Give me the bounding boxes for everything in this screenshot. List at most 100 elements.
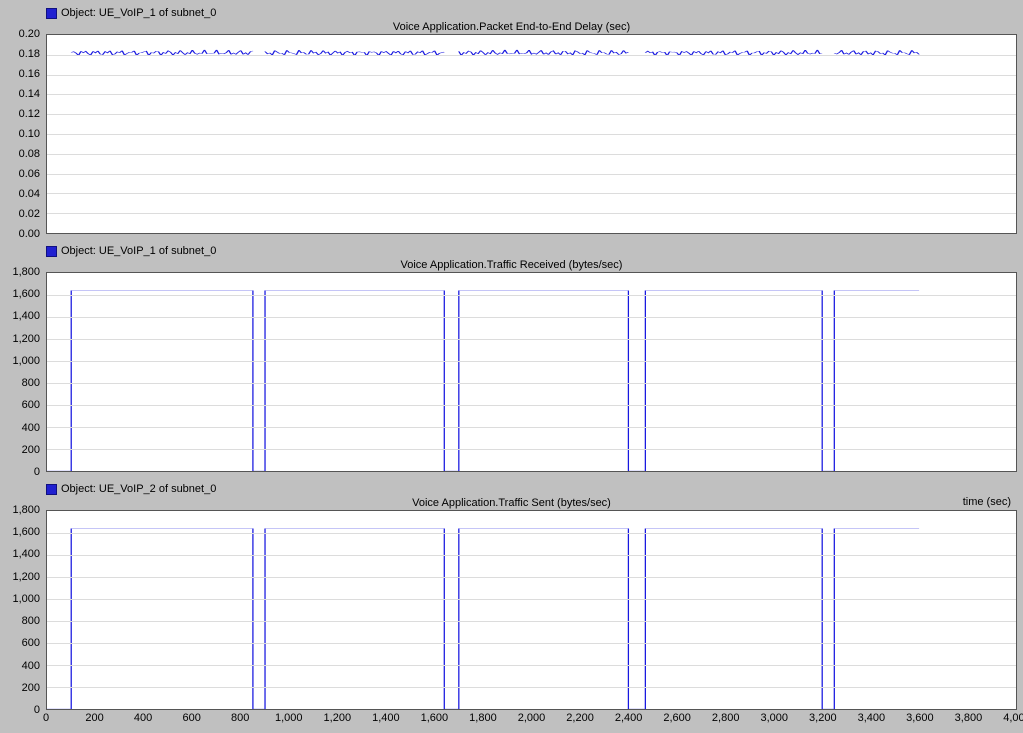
ytick: 200 — [22, 682, 40, 694]
gridline — [47, 75, 1016, 76]
xtick: 600 — [182, 712, 200, 724]
ytick: 600 — [22, 637, 40, 649]
gridline — [47, 317, 1016, 318]
ytick: 0.20 — [19, 28, 40, 40]
xtick: 3,200 — [809, 712, 837, 724]
gridline — [47, 405, 1016, 406]
series-3 — [47, 511, 1016, 709]
gridline — [47, 449, 1016, 450]
ytick: 800 — [22, 615, 40, 627]
ytick: 0.18 — [19, 48, 40, 60]
legend-1: Object: UE_VoIP_1 of subnet_0 — [46, 4, 1023, 20]
legend-1-label: Object: UE_VoIP_1 of subnet_0 — [61, 7, 216, 19]
ytick: 200 — [22, 444, 40, 456]
xtick: 2,800 — [712, 712, 740, 724]
gridline — [47, 427, 1016, 428]
xtick: 1,000 — [275, 712, 303, 724]
ytick: 0.04 — [19, 188, 40, 200]
plot-1 — [46, 34, 1017, 234]
gridline — [47, 577, 1016, 578]
xtick: 3,600 — [906, 712, 934, 724]
legend-2-label: Object: UE_VoIP_1 of subnet_0 — [61, 245, 216, 257]
plot-3 — [46, 510, 1017, 710]
ytick: 0 — [34, 704, 40, 716]
ytick: 1,000 — [12, 593, 40, 605]
gridline — [47, 193, 1016, 194]
gridline — [47, 134, 1016, 135]
xtick: 4,000 — [1003, 712, 1023, 724]
xaxis-label: time (sec) — [963, 496, 1011, 508]
panel-2: Object: UE_VoIP_1 of subnet_0 Voice Appl… — [6, 242, 1017, 472]
ytick: 1,600 — [12, 288, 40, 300]
gridline — [47, 339, 1016, 340]
legend-swatch-icon — [46, 484, 57, 495]
plot-3-title: Voice Application.Traffic Sent (bytes/se… — [6, 496, 1017, 510]
gridline — [47, 621, 1016, 622]
ytick: 800 — [22, 377, 40, 389]
gridline — [47, 154, 1016, 155]
gridline — [47, 533, 1016, 534]
plot-2 — [46, 272, 1017, 472]
plot-2-wrap: 02004006008001,0001,2001,4001,6001,800 — [6, 272, 1017, 472]
gridline — [47, 213, 1016, 214]
legend-3: Object: UE_VoIP_2 of subnet_0 — [46, 480, 1023, 496]
gridline — [47, 295, 1016, 296]
ytick: 0.12 — [19, 108, 40, 120]
xtick: 3,800 — [955, 712, 983, 724]
ytick: 1,600 — [12, 526, 40, 538]
gridline — [47, 643, 1016, 644]
ytick: 0.06 — [19, 168, 40, 180]
xtick: 1,200 — [324, 712, 352, 724]
ytick: 0.00 — [19, 228, 40, 240]
ytick: 400 — [22, 422, 40, 434]
ytick: 1,200 — [12, 333, 40, 345]
xtick: 2,200 — [566, 712, 594, 724]
xtick: 1,600 — [421, 712, 449, 724]
ytick: 600 — [22, 399, 40, 411]
ytick: 1,200 — [12, 571, 40, 583]
xtick: 2,000 — [518, 712, 546, 724]
gridline — [47, 665, 1016, 666]
ytick: 1,000 — [12, 355, 40, 367]
xtick: 800 — [231, 712, 249, 724]
plot-1-title: Voice Application.Packet End-to-End Dela… — [6, 20, 1017, 34]
ytick: 0.02 — [19, 208, 40, 220]
xtick: 2,400 — [615, 712, 643, 724]
xtick: 2,600 — [663, 712, 691, 724]
panel-3: Object: UE_VoIP_2 of subnet_0 Voice Appl… — [6, 480, 1017, 726]
gridline — [47, 555, 1016, 556]
ytick: 0.08 — [19, 148, 40, 160]
yaxis-2: 02004006008001,0001,2001,4001,6001,800 — [6, 272, 46, 472]
ytick: 400 — [22, 660, 40, 672]
xtick: 1,800 — [469, 712, 497, 724]
legend-3-label: Object: UE_VoIP_2 of subnet_0 — [61, 483, 216, 495]
ytick: 0 — [34, 466, 40, 478]
ytick: 0.14 — [19, 88, 40, 100]
panel-1: Object: UE_VoIP_1 of subnet_0 Voice Appl… — [6, 4, 1017, 234]
gridline — [47, 174, 1016, 175]
xtick: 1,400 — [372, 712, 400, 724]
xtick: 200 — [85, 712, 103, 724]
gridline — [47, 94, 1016, 95]
ytick: 1,400 — [12, 548, 40, 560]
xaxis: 02004006008001,0001,2001,4001,6001,8002,… — [46, 710, 1017, 726]
plot-2-title: Voice Application.Traffic Received (byte… — [6, 258, 1017, 272]
ytick: 0.10 — [19, 128, 40, 140]
gridline — [47, 114, 1016, 115]
xtick: 0 — [43, 712, 49, 724]
legend-2: Object: UE_VoIP_1 of subnet_0 — [46, 242, 1023, 258]
series-2 — [47, 273, 1016, 471]
gridline — [47, 361, 1016, 362]
yaxis-1: 0.000.020.040.060.080.100.120.140.160.18… — [6, 34, 46, 234]
gridline — [47, 383, 1016, 384]
ytick: 1,800 — [12, 504, 40, 516]
legend-swatch-icon — [46, 246, 57, 257]
gridline — [47, 55, 1016, 56]
ytick: 1,400 — [12, 310, 40, 322]
ytick: 0.16 — [19, 68, 40, 80]
xtick: 3,000 — [760, 712, 788, 724]
plot-1-wrap: 0.000.020.040.060.080.100.120.140.160.18… — [6, 34, 1017, 234]
xtick: 3,400 — [858, 712, 886, 724]
yaxis-3: 02004006008001,0001,2001,4001,6001,800 — [6, 510, 46, 710]
legend-swatch-icon — [46, 8, 57, 19]
